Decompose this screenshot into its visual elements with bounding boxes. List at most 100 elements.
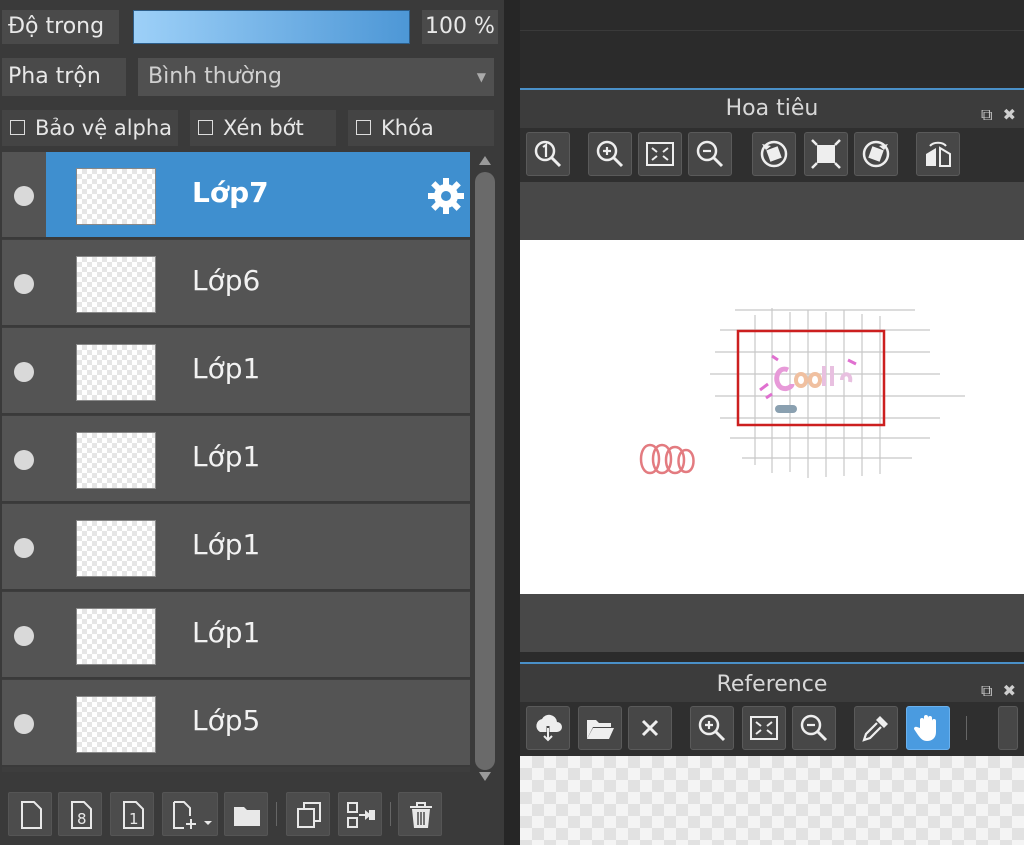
divider [520, 30, 1024, 31]
visibility-dot-icon [14, 450, 34, 470]
visibility-dot-icon [14, 626, 34, 646]
rotate-left-icon [760, 140, 788, 168]
visibility-toggle[interactable] [2, 592, 46, 677]
rotate-right-button[interactable] [854, 132, 898, 176]
flip-horizontal-button[interactable] [916, 132, 960, 176]
layer-row[interactable]: Lớp1 [2, 416, 470, 503]
layer-name: Lớp1 [192, 616, 261, 649]
zoom-in-button[interactable] [690, 706, 734, 750]
alpha-protect-checkbox[interactable]: Bảo vệ alpha [2, 110, 178, 146]
navigator-view[interactable] [520, 182, 1024, 652]
eyedropper-button[interactable] [854, 706, 898, 750]
clear-reference-button[interactable] [628, 706, 672, 750]
chevron-down-icon: ▼ [476, 70, 486, 84]
visibility-dot-icon [14, 362, 34, 382]
clipping-checkbox[interactable]: Xén bớt [190, 110, 336, 146]
visibility-toggle[interactable] [2, 328, 46, 413]
layer-scrollbar[interactable] [472, 152, 498, 786]
opacity-value[interactable]: 100 % [422, 10, 498, 44]
rotate-left-button[interactable] [752, 132, 796, 176]
navigator-toolbar [520, 128, 1024, 182]
layer-row[interactable]: Lớp5 [2, 680, 470, 767]
reference-toolbar [520, 702, 1024, 756]
reference-canvas[interactable] [520, 756, 1024, 845]
new-1bit-layer-icon: 1 [123, 801, 144, 829]
zoom-out-icon [696, 140, 724, 168]
zoom-in-button[interactable] [588, 132, 632, 176]
new-8bit-layer-button[interactable]: 8 [58, 792, 102, 836]
visibility-toggle[interactable] [2, 680, 46, 765]
reference-header: Reference ⧉ ✖ [520, 662, 1024, 702]
layer-name: Lớp1 [192, 528, 261, 561]
layer-name: Lớp6 [192, 264, 261, 297]
checkbox-icon [356, 119, 371, 135]
visibility-toggle[interactable] [2, 416, 46, 501]
eyedropper-icon [862, 716, 888, 742]
visibility-toggle[interactable] [2, 152, 46, 237]
hand-icon [913, 715, 936, 741]
close-icon[interactable]: ✖ [1003, 105, 1016, 124]
layer-row[interactable]: Lớp6 [2, 240, 470, 327]
trash-icon [410, 802, 432, 828]
new-folder-button[interactable] [224, 792, 268, 836]
fit-screen-button[interactable] [742, 706, 786, 750]
layer-panel: Độ trong 100 % Pha trộn Bình thường ▼ Bả… [0, 0, 504, 845]
fit-screen-icon [750, 716, 778, 740]
panel-splitter[interactable] [504, 0, 520, 845]
close-icon[interactable]: ✖ [1003, 681, 1016, 700]
checkbox-icon [198, 119, 213, 135]
scroll-up-icon[interactable] [479, 156, 491, 165]
scroll-thumb[interactable] [475, 172, 495, 770]
navigator-canvas-preview[interactable] [520, 240, 1024, 594]
layer-thumbnail [76, 344, 156, 401]
popout-icon[interactable]: ⧉ [981, 105, 992, 124]
toolbar-overflow-button[interactable] [998, 706, 1018, 750]
zoom-out-button[interactable] [792, 706, 836, 750]
visibility-toggle[interactable] [2, 240, 46, 325]
popout-icon[interactable]: ⧉ [981, 681, 992, 700]
download-icon [536, 714, 562, 743]
layer-row[interactable]: Lớp7 [2, 152, 470, 239]
navigator-title: Hoa tiêu [725, 96, 819, 121]
duplicate-layer-button[interactable] [286, 792, 330, 836]
fit-canvas-icon [811, 139, 841, 169]
layer-name: Lớp5 [192, 704, 261, 737]
visibility-dot-icon [14, 538, 34, 558]
layer-toolbar: 8 1 [0, 786, 504, 845]
top-empty-area [520, 0, 1024, 88]
rotate-right-icon [862, 140, 890, 168]
zoom-out-button[interactable] [688, 132, 732, 176]
svg-text:1: 1 [129, 810, 139, 828]
opacity-slider[interactable] [133, 10, 410, 44]
download-button[interactable] [526, 706, 570, 750]
lock-checkbox[interactable]: Khóa [348, 110, 494, 146]
zoom-actual-button[interactable] [526, 132, 570, 176]
layer-row[interactable]: Lớp1 [2, 504, 470, 591]
add-layer-menu-button[interactable] [162, 792, 218, 836]
open-folder-button[interactable] [578, 706, 622, 750]
checkbox-label: Bảo vệ alpha [35, 116, 173, 140]
merge-down-button[interactable] [338, 792, 382, 836]
scroll-down-icon[interactable] [479, 772, 491, 781]
new-1bit-layer-button[interactable]: 1 [110, 792, 154, 836]
layer-thumbnail [76, 168, 156, 225]
layer-row[interactable]: Lớp1 [2, 328, 470, 415]
layer-thumbnail [76, 696, 156, 753]
fit-screen-icon [646, 142, 674, 166]
folder-icon [234, 807, 260, 826]
layer-row[interactable]: Lớp1 [2, 592, 470, 679]
gear-icon[interactable] [426, 176, 466, 216]
delete-layer-button[interactable] [398, 792, 442, 836]
blend-mode-select[interactable]: Bình thường ▼ [138, 58, 494, 96]
visibility-toggle[interactable] [2, 504, 46, 589]
visibility-dot-icon [14, 186, 34, 206]
zoom-out-icon [800, 714, 828, 742]
divider [520, 652, 1024, 662]
add-layer-menu-icon [173, 801, 212, 829]
fit-screen-button[interactable] [638, 132, 682, 176]
new-layer-button[interactable] [8, 792, 52, 836]
toolbar-separator [276, 802, 277, 826]
hand-tool-button[interactable] [906, 706, 950, 750]
zoom-in-icon [596, 140, 624, 168]
fit-canvas-button[interactable] [804, 132, 848, 176]
